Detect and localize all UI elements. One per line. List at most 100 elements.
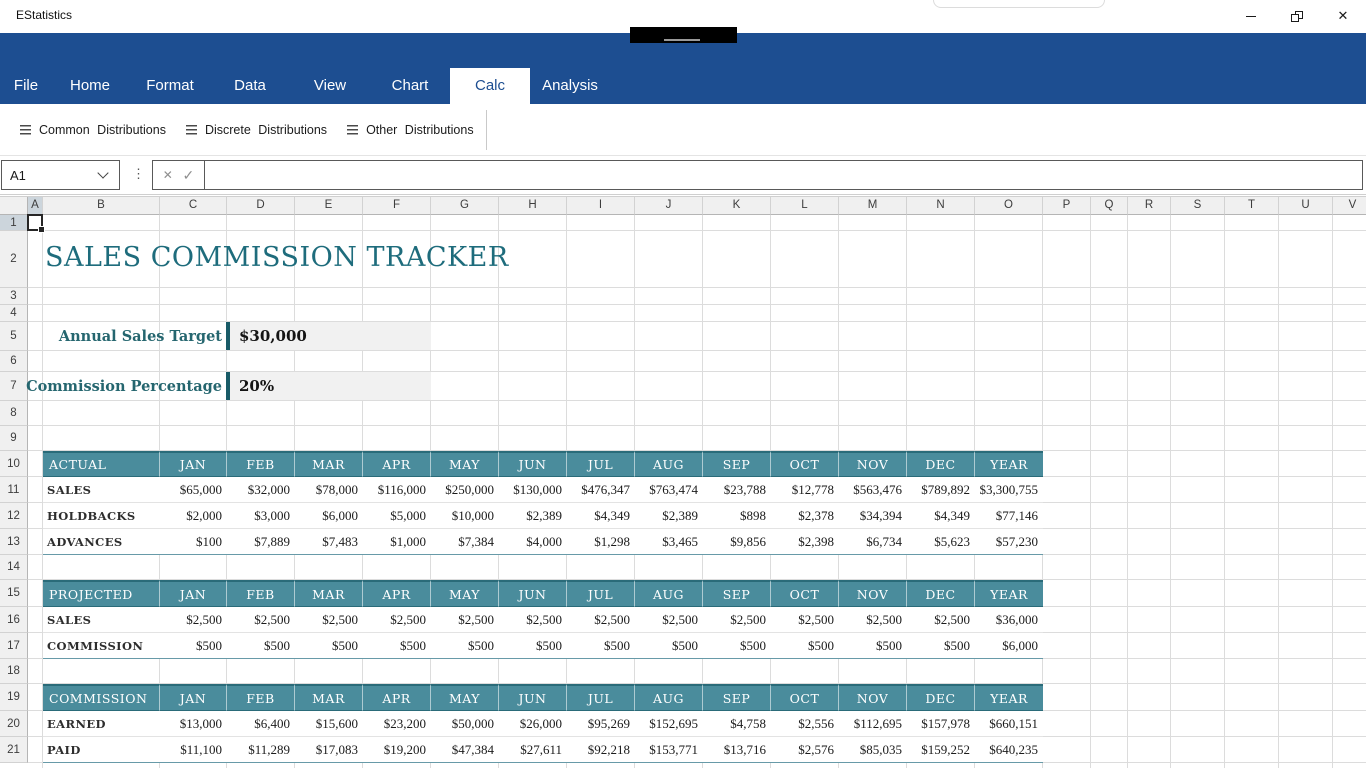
cell[interactable]: $500 (363, 633, 431, 659)
column-header-S[interactable]: S (1171, 197, 1225, 215)
tab-format[interactable]: Format (130, 68, 210, 104)
field-value-input[interactable]: $30,000 (226, 322, 431, 350)
chevron-down-icon[interactable] (97, 167, 109, 179)
cell[interactable]: $2,556 (771, 711, 839, 737)
row-label[interactable]: EARNED (43, 711, 160, 737)
row-label[interactable]: ADVANCES (43, 529, 160, 555)
cell[interactable]: $898 (703, 503, 771, 529)
cell[interactable]: $4,000 (499, 529, 567, 555)
cell[interactable]: $500 (635, 633, 703, 659)
column-header-Q[interactable]: Q (1091, 197, 1128, 215)
row-header-12[interactable]: 12 (0, 503, 28, 529)
row-header-2[interactable]: 2 (0, 231, 28, 288)
table-header-cell[interactable]: JAN (160, 451, 227, 477)
table-header-cell[interactable]: JUN (499, 684, 567, 711)
cell[interactable]: $4,349 (907, 503, 975, 529)
cell[interactable]: $13,716 (703, 737, 771, 763)
cell[interactable]: $3,465 (635, 529, 703, 555)
selected-cell-A1[interactable] (27, 214, 45, 233)
table-header-cell[interactable]: MAY (431, 451, 499, 477)
row-label[interactable]: PAID (43, 737, 160, 763)
table-header-cell[interactable]: APR (363, 684, 431, 711)
cell[interactable]: $500 (160, 633, 227, 659)
tab-file[interactable]: File (2, 68, 50, 104)
cell[interactable]: $13,000 (160, 711, 227, 737)
table-header-cell[interactable]: DEC (907, 684, 975, 711)
table-header-cell[interactable]: YEAR (975, 684, 1043, 711)
column-header-O[interactable]: O (975, 197, 1043, 215)
table-header-cell[interactable]: SEP (703, 684, 771, 711)
cancel-icon[interactable]: ✕ (163, 168, 173, 182)
table-header-actual[interactable]: ACTUAL (43, 451, 160, 477)
table-header-cell[interactable]: YEAR (975, 580, 1043, 607)
cell[interactable]: $50,000 (431, 711, 499, 737)
cell[interactable]: $12,778 (771, 477, 839, 503)
table-header-cell[interactable]: MAR (295, 451, 363, 477)
column-header-C[interactable]: C (160, 197, 227, 215)
cell[interactable]: $130,000 (499, 477, 567, 503)
table-header-cell[interactable]: YEAR (975, 451, 1043, 477)
table-header-cell[interactable]: SEP (703, 451, 771, 477)
cell[interactable]: $2,378 (771, 503, 839, 529)
table-header-cell[interactable]: FEB (227, 580, 295, 607)
cell[interactable]: $476,347 (567, 477, 635, 503)
cell[interactable]: $159,252 (907, 737, 975, 763)
table-header-cell[interactable]: APR (363, 451, 431, 477)
row-header-17[interactable]: 17 (0, 633, 28, 659)
cell[interactable]: $27,611 (499, 737, 567, 763)
cell[interactable]: $116,000 (363, 477, 431, 503)
cell[interactable]: $78,000 (295, 477, 363, 503)
column-header-B[interactable]: B (43, 197, 160, 215)
cell[interactable]: $2,500 (635, 607, 703, 633)
table-header-cell[interactable]: JUN (499, 451, 567, 477)
row-label[interactable]: SALES (43, 607, 160, 633)
cell[interactable]: $85,035 (839, 737, 907, 763)
column-header-R[interactable]: R (1128, 197, 1171, 215)
cell[interactable]: $640,235 (975, 737, 1043, 763)
table-header-cell[interactable]: JUL (567, 684, 635, 711)
column-header-G[interactable]: G (431, 197, 499, 215)
table-header-cell[interactable]: FEB (227, 684, 295, 711)
column-header-V[interactable]: V (1333, 197, 1366, 215)
formula-input[interactable] (204, 160, 1363, 190)
table-header-cell[interactable]: NOV (839, 684, 907, 711)
cell[interactable]: $500 (703, 633, 771, 659)
cell[interactable]: $500 (907, 633, 975, 659)
cell[interactable]: $2,000 (160, 503, 227, 529)
row-header-4[interactable]: 4 (0, 305, 28, 322)
column-header-F[interactable]: F (363, 197, 431, 215)
table-header-commission[interactable]: COMMISSION (43, 684, 160, 711)
row-header-6[interactable]: 6 (0, 351, 28, 372)
cell[interactable]: $763,474 (635, 477, 703, 503)
row-header-21[interactable]: 21 (0, 737, 28, 763)
tab-calc[interactable]: Calc (450, 68, 530, 104)
column-header-M[interactable]: M (839, 197, 907, 215)
row-header-3[interactable]: 3 (0, 288, 28, 305)
column-header-T[interactable]: T (1225, 197, 1279, 215)
cell[interactable]: $7,384 (431, 529, 499, 555)
close-button[interactable]: ✕ (1320, 0, 1366, 32)
cell[interactable]: $5,623 (907, 529, 975, 555)
column-header-N[interactable]: N (907, 197, 975, 215)
table-header-cell[interactable]: JAN (160, 580, 227, 607)
cell[interactable]: $500 (567, 633, 635, 659)
cell[interactable]: $6,400 (227, 711, 295, 737)
cell[interactable]: $11,289 (227, 737, 295, 763)
cell[interactable]: $500 (771, 633, 839, 659)
row-label[interactable]: HOLDBACKS (43, 503, 160, 529)
row-header-13[interactable]: 13 (0, 529, 28, 555)
cell[interactable]: $6,734 (839, 529, 907, 555)
cell[interactable]: $789,892 (907, 477, 975, 503)
table-header-projected[interactable]: PROJECTED (43, 580, 160, 607)
tab-chart[interactable]: Chart (370, 68, 450, 104)
tab-home[interactable]: Home (50, 68, 130, 104)
cell[interactable]: $660,151 (975, 711, 1043, 737)
cell[interactable]: $2,500 (567, 607, 635, 633)
tab-data[interactable]: Data (210, 68, 290, 104)
cell[interactable]: $2,389 (499, 503, 567, 529)
table-header-cell[interactable]: MAY (431, 684, 499, 711)
field-value-input[interactable]: 20% (226, 372, 431, 400)
table-header-cell[interactable]: AUG (635, 580, 703, 607)
table-header-cell[interactable]: APR (363, 580, 431, 607)
cell[interactable]: $32,000 (227, 477, 295, 503)
